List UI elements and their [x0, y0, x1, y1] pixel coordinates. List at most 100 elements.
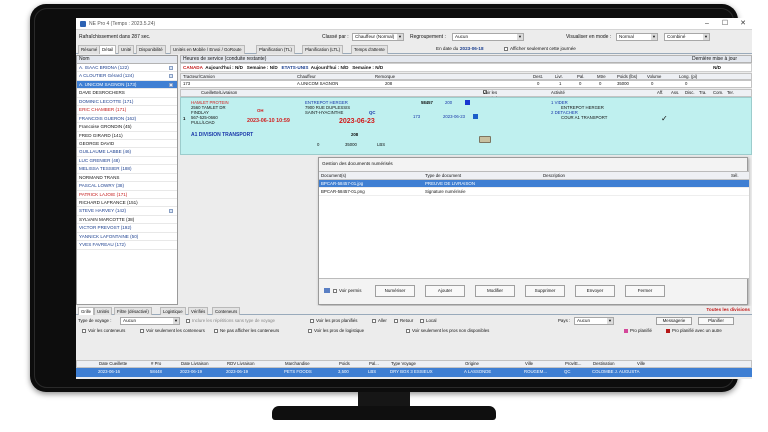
- driver-list-item[interactable]: DOMINIC LECOTTE (171): [77, 98, 177, 107]
- driver-list-item[interactable]: DAVE DESROCHERS: [77, 89, 177, 98]
- truck-grid-row[interactable]: 173 A.UNICOM SAGNON 208 0 1 0 0 35000 0 …: [180, 80, 752, 88]
- checkbox-icon: [140, 328, 144, 333]
- driver-list-item[interactable]: A. UNICOM SAGNON (173): [77, 80, 177, 90]
- col-mtre: Mtre: [597, 74, 606, 79]
- driver-list-item[interactable]: FRANCOIS GUERON (162): [77, 115, 177, 124]
- add-button[interactable]: Ajouter: [425, 285, 465, 297]
- col-origin: Origine: [465, 361, 479, 366]
- combine-select[interactable]: Combiné ▼: [664, 33, 710, 41]
- tab-unites[interactable]: Unités: [94, 307, 113, 315]
- send-button[interactable]: Envoyer: [575, 285, 615, 297]
- driver-list-item[interactable]: PASCAL LOWRY (38): [77, 182, 177, 191]
- close-button[interactable]: ✕: [736, 19, 750, 29]
- only-today-checkbox[interactable]: Afficher seulement cette journée: [504, 46, 576, 51]
- include-repetitions-checkbox[interactable]: Inclure les répétitions sans type de voy…: [186, 316, 275, 326]
- tab-grille[interactable]: Grille: [78, 307, 95, 315]
- date-value[interactable]: 2023-06-18: [460, 46, 484, 51]
- messaging-button[interactable]: Messagerie: [656, 317, 692, 325]
- planned-pros-checkbox[interactable]: Voir les pros planifiés: [310, 316, 358, 326]
- shipper-note: PULL/LOAD: [191, 120, 215, 125]
- driver-name: LUC GRENIER (48): [79, 157, 120, 163]
- minimize-button[interactable]: –: [700, 19, 714, 29]
- col-length: Long. (pi): [679, 74, 698, 79]
- tab-mobile[interactable]: Unités en Mobile / Envoi / GoRoute: [170, 45, 245, 54]
- driver-list-item[interactable]: GEORGE DAVID: [77, 140, 177, 149]
- driver-name: SYLVAIN MARCOTTE (38): [79, 216, 135, 222]
- trip-type-select[interactable]: Aucun ▼: [120, 317, 180, 325]
- driver-list-item[interactable]: SYLVAIN MARCOTTE (38): [77, 216, 177, 225]
- driver-list-header: Nom: [77, 56, 177, 64]
- title-bar: NE Pro 4 (Temps : 2023.5.24) – ☐ ✕: [76, 18, 752, 30]
- plan-button[interactable]: Planifier: [698, 317, 734, 325]
- col-prov: Prov/E...: [565, 361, 582, 366]
- driver-list-item[interactable]: PATRICK LAJOIE (171): [77, 191, 177, 199]
- maximize-button[interactable]: ☐: [718, 19, 732, 29]
- scan-button[interactable]: Numériser: [375, 285, 415, 297]
- tab-resume[interactable]: Résumé: [78, 45, 101, 54]
- tab-conteneurs[interactable]: Conteneurs: [212, 307, 241, 315]
- aller-checkbox[interactable]: Aller: [372, 316, 387, 326]
- driver-list-item[interactable]: FRED GIRARD (141): [77, 132, 177, 140]
- tab-unite[interactable]: Unité: [118, 45, 135, 54]
- col-weight: Poids (lbs): [617, 74, 638, 79]
- view-permit-checkbox[interactable]: Voir permis: [324, 288, 362, 294]
- tab-disponibilite[interactable]: Disponibilité: [136, 45, 166, 54]
- local-checkbox[interactable]: Local: [420, 316, 437, 326]
- trip-detail[interactable]: 1 HAMLET PROTEIN 2560 TAMLET DR FINDLAY …: [180, 97, 752, 155]
- cell-driver: A.UNICOM SAGNON: [297, 81, 339, 86]
- tab-planification-tl[interactable]: Planification (TL): [256, 45, 295, 54]
- driver-list-item[interactable]: Francoise GRONDIN (45): [77, 123, 177, 132]
- logistics-checkbox[interactable]: Voir les pros de logistique: [308, 326, 364, 336]
- driver-list-item[interactable]: A. ISAAC BRIDNA (122): [77, 64, 177, 73]
- driver-name: RICHARD LAFRANCE (151): [79, 200, 138, 205]
- weight-unit: LBS: [377, 142, 386, 147]
- document-file: BPCAR-58457-01.png: [321, 189, 365, 194]
- driver-list-item[interactable]: RICHARD LAFRANCE (151): [77, 199, 177, 208]
- delete-button[interactable]: Supprimer: [525, 285, 565, 297]
- hide-containers-checkbox[interactable]: Ne pas afficher les conteneurs: [214, 326, 279, 336]
- last-update-value: N/D: [713, 65, 721, 70]
- retour-checkbox[interactable]: Retour: [394, 316, 413, 326]
- driver-list-item[interactable]: GUILLAUME LABBE (46): [77, 148, 177, 157]
- scanner-icon: [324, 288, 330, 294]
- checkbox-icon: [310, 318, 314, 323]
- show-containers-checkbox[interactable]: Voir les conteneurs: [82, 326, 125, 336]
- driver-name: STEVE HARVEY (142): [79, 208, 127, 214]
- documents-icon[interactable]: [479, 136, 491, 143]
- driver-list-item[interactable]: VICTOR PREVOST (192): [77, 224, 177, 233]
- driver-list-item[interactable]: A CLOUTIER Gérard (124): [77, 72, 177, 81]
- col-com: Com.: [713, 90, 724, 95]
- driver-list-item[interactable]: ERIC CHAMBER (171): [77, 106, 177, 115]
- grouping-select[interactable]: Aucun ▼: [452, 33, 524, 41]
- document-row[interactable]: BPCAR-58457-01.jpg PREUVE DE LIVRAISON: [319, 180, 749, 188]
- view-mode-label: Visualiser en mode :: [566, 34, 612, 40]
- tab-logistique[interactable]: Logistique: [160, 307, 186, 315]
- only-containers-checkbox[interactable]: Voir seulement les conteneurs: [140, 326, 205, 336]
- col-city: Ville: [525, 361, 534, 366]
- driver-list-item[interactable]: MELISSA TESSIER (188): [77, 165, 177, 174]
- close-dialog-button[interactable]: Fermer: [625, 285, 665, 297]
- unavailable-checkbox[interactable]: Voir seulement les pros non disponibles: [406, 326, 489, 336]
- tab-planification-ltl[interactable]: Planification (LTL): [302, 45, 344, 54]
- pro-table-row[interactable]: 2023-06-16 58448 2023-06-19 2023-06-19 P…: [76, 368, 752, 377]
- tab-filtre[interactable]: Filtre (désactivé): [114, 307, 152, 315]
- col-description: Description: [543, 173, 565, 178]
- driver-list-item[interactable]: LUC GRENIER (48): [77, 157, 177, 166]
- row-number: 1: [183, 116, 186, 121]
- chevron-down-icon: ▼: [703, 34, 709, 40]
- tab-detail[interactable]: Détail: [99, 45, 117, 54]
- driver-list-item[interactable]: YANNICK LAFONTAINE (50): [77, 233, 177, 242]
- document-row[interactable]: BPCAR-58457-01.png Signature numérisée: [319, 188, 749, 196]
- document-type: Signature numérisée: [425, 189, 466, 194]
- driver-list-item[interactable]: YVES FAVREAU (172): [77, 241, 177, 250]
- trailer-number: 208: [351, 132, 359, 137]
- view-mode-select[interactable]: Normal ▼: [616, 33, 658, 41]
- tab-verifies[interactable]: Vérifiés: [188, 307, 209, 315]
- modify-button[interactable]: Modifier: [475, 285, 515, 297]
- driver-list-item[interactable]: STEVE HARVEY (142): [77, 207, 177, 216]
- country-select[interactable]: Aucun ▼: [574, 317, 614, 325]
- driver-list-item[interactable]: NORMAND TRANS: [77, 174, 177, 183]
- tab-temps-attente[interactable]: Temps d'attente: [351, 45, 388, 54]
- shipper-state: OH: [257, 108, 264, 113]
- sort-select[interactable]: Chauffeur (Normal) ▼: [352, 33, 404, 41]
